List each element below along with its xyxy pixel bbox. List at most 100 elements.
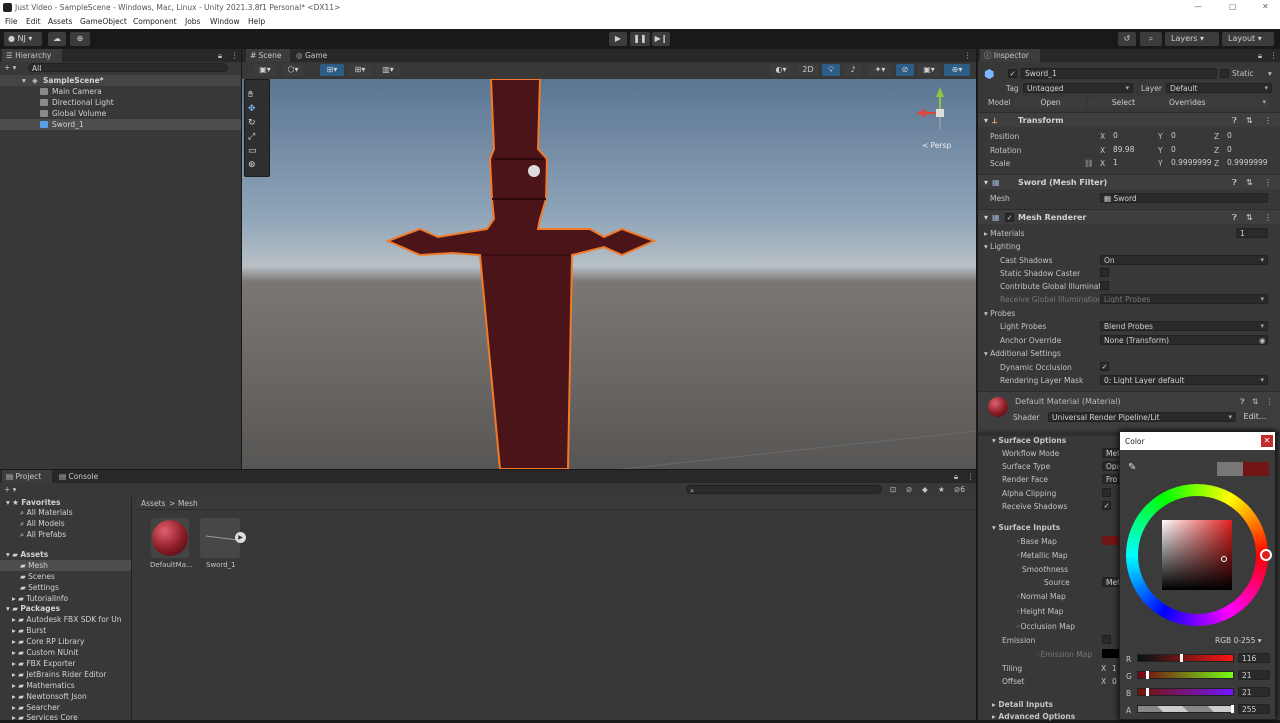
materials-count-field[interactable]: 1 (1236, 228, 1268, 238)
filter-label-icon[interactable]: ⊘ (906, 485, 912, 494)
pivot-icon[interactable]: ⬡▾ (282, 64, 304, 76)
orientation-gizmo[interactable]: < Persp (912, 85, 962, 150)
package-item[interactable]: ▸ ▰ Custom NUnit (12, 647, 78, 658)
cast-shadows-dropdown[interactable]: On (1100, 255, 1268, 265)
slider-handle[interactable] (1146, 671, 1149, 679)
menu-window[interactable]: Window (210, 17, 240, 26)
model-overrides-dropdown[interactable]: Overrides (1161, 97, 1269, 108)
metallic-map-row[interactable]: ◦Metallic Map (1016, 551, 1068, 560)
link-icon[interactable]: ⛓︎ (1084, 159, 1094, 168)
light-probes-dropdown[interactable]: Blend Probes (1100, 321, 1268, 331)
channel-value-field[interactable]: 116 (1238, 653, 1270, 663)
package-item[interactable]: ▸ ▰ Mathematics (12, 680, 75, 691)
transform-y-field[interactable]: 0.9999999 (1168, 158, 1218, 168)
presets-icon[interactable]: ⇅ (1246, 175, 1253, 190)
menu-assets[interactable]: Assets (48, 17, 72, 26)
mesh-renderer-header[interactable]: ▾ ▦ ✓ Mesh Renderer ❓︎ ⇅ ⋮ (978, 209, 1280, 224)
help-icon[interactable]: ❓︎ (1240, 397, 1245, 407)
occlusion-map-row[interactable]: ◦Occlusion Map (1016, 622, 1075, 631)
presets-icon[interactable]: ⇅ (1246, 113, 1253, 128)
transform-tool-icon[interactable]: ⊛ (248, 160, 256, 170)
lighting-icon[interactable]: 💡︎ (822, 64, 840, 76)
lock-icon[interactable]: 🔒︎ (1258, 51, 1262, 61)
shading-icon[interactable]: ◐▾ (770, 64, 792, 76)
channel-slider[interactable] (1137, 705, 1234, 713)
add-icon[interactable]: + ▾ (4, 485, 16, 494)
contribute-gi-checkbox[interactable] (1100, 281, 1109, 290)
kebab-menu-icon[interactable]: ⋮ (964, 51, 972, 60)
active-checkbox[interactable]: ✓ (1008, 69, 1017, 78)
hand-tool-icon[interactable]: ✋︎ (248, 90, 253, 100)
gizmos-icon[interactable]: ⊕▾ (944, 64, 970, 76)
hidden-count-icon[interactable]: ⊘6 (954, 485, 965, 494)
favorites-item[interactable]: ⌕ All Materials (20, 507, 73, 518)
asset-tile[interactable]: DefaultMa... (150, 518, 193, 570)
slider-handle[interactable] (1146, 688, 1149, 696)
rotate-tool-icon[interactable]: ↻ (248, 118, 256, 128)
hierarchy-search-input[interactable]: All (28, 63, 228, 72)
2d-toggle[interactable]: 2D (798, 64, 818, 76)
tab-hierarchy[interactable]: ☰ Hierarchy (2, 49, 62, 62)
kebab-menu-icon[interactable]: ⋮ (1270, 51, 1278, 60)
presets-icon[interactable]: ⇅ (1252, 397, 1258, 406)
move-tool-icon[interactable]: ✥ (248, 104, 256, 114)
additional-settings-foldout[interactable]: ▾ Additional Settings (984, 349, 1061, 358)
slider-handle[interactable] (1231, 705, 1234, 713)
channel-slider[interactable] (1137, 654, 1234, 662)
lock-icon[interactable]: 🔒︎ (218, 51, 222, 61)
tiling-x-value[interactable]: 1 (1112, 664, 1117, 673)
package-item[interactable]: ▸ ▰ Newtonsoft Json (12, 691, 87, 702)
tab-scene[interactable]: # Scene (246, 49, 290, 62)
step-button[interactable]: ▶❙ (652, 32, 670, 46)
mesh-filter-header[interactable]: ▾ ▦ Sword (Mesh Filter) ❓︎ ⇅ ⋮ (978, 174, 1280, 189)
tab-game[interactable]: ◎ Game (292, 49, 336, 62)
shader-dropdown[interactable]: Universal Render Pipeline/Lit (1048, 412, 1236, 422)
kebab-menu-icon[interactable]: ⋮ (231, 51, 239, 60)
detail-inputs-foldout[interactable]: ▸ Detail Inputs (992, 700, 1053, 709)
component-menu-icon[interactable]: ⋮ (1266, 397, 1274, 406)
model-select-button[interactable]: Select (1088, 97, 1159, 108)
tag-dropdown[interactable]: Untagged (1023, 83, 1133, 93)
model-open-button[interactable]: Open (1015, 97, 1086, 108)
draw-mode-icon[interactable]: ▣▾ (254, 64, 276, 76)
emission-checkbox[interactable] (1102, 635, 1111, 644)
hidden-objects-icon[interactable]: ⊘ (896, 64, 914, 76)
transform-z-field[interactable]: 0.9999999 (1224, 158, 1272, 168)
package-item[interactable]: ▸ ▰ Autodesk FBX SDK for Un (12, 614, 122, 625)
favorites-item[interactable]: ⌕ All Models (20, 518, 65, 529)
grid-snap-icon[interactable]: ⊞▾ (320, 64, 344, 76)
transform-z-field[interactable]: 0 (1224, 131, 1272, 141)
breadcrumb-assets[interactable]: Assets (141, 499, 165, 508)
layout-dropdown[interactable]: Layout ▾ (1222, 32, 1274, 46)
offset-x-value[interactable]: 0 (1112, 677, 1117, 686)
menu-edit[interactable]: Edit (26, 17, 41, 26)
expand-arrow-icon[interactable]: ▾ (22, 75, 26, 86)
help-icon[interactable]: ❓︎ (1232, 210, 1237, 225)
camera-icon[interactable]: ▣▾ (918, 64, 940, 76)
asset-tile[interactable]: ▶ Sword_1 (200, 518, 248, 570)
menu-help[interactable]: Help (248, 17, 265, 26)
persp-label[interactable]: < Persp (922, 141, 951, 150)
transform-header[interactable]: ▾ ⟂ Transform ❓︎ ⇅ ⋮ (978, 112, 1280, 127)
package-item[interactable]: ▸ ▰ FBX Exporter (12, 658, 76, 669)
rect-tool-icon[interactable]: ▭ (248, 146, 257, 156)
assets-header[interactable]: ▾ ▰ Assets (6, 549, 48, 560)
receive-shadows-checkbox[interactable]: ✓ (1102, 501, 1111, 510)
lighting-foldout[interactable]: ▾ Lighting (984, 242, 1020, 251)
tab-console[interactable]: ▤ Console (55, 470, 107, 483)
audio-icon[interactable]: ♪ (844, 64, 862, 76)
emission-map-row[interactable]: ◦Emission Map (1036, 650, 1092, 659)
surface-options-foldout[interactable]: ▾ Surface Options (992, 436, 1066, 445)
assets-folder-selected[interactable]: ▰ Mesh (0, 560, 131, 571)
component-menu-icon[interactable]: ⋮ (1264, 175, 1272, 190)
channel-value-field[interactable]: 21 (1238, 670, 1270, 680)
previous-color-swatch[interactable] (1217, 462, 1243, 476)
presets-icon[interactable]: ⇅ (1246, 210, 1253, 225)
name-field[interactable]: Sword_1 (1021, 68, 1217, 79)
hue-wheel[interactable] (1126, 484, 1272, 626)
foldout-arrow-icon[interactable]: ▾ (984, 175, 988, 190)
favorites-item[interactable]: ⌕ All Prefabs (20, 529, 66, 540)
filter-type-icon[interactable]: ⊡ (890, 485, 896, 494)
material-header[interactable]: Default Material (Material) ❓︎ ⇅ ⋮ Shade… (978, 391, 1280, 429)
star-icon[interactable]: ★ (938, 485, 945, 494)
